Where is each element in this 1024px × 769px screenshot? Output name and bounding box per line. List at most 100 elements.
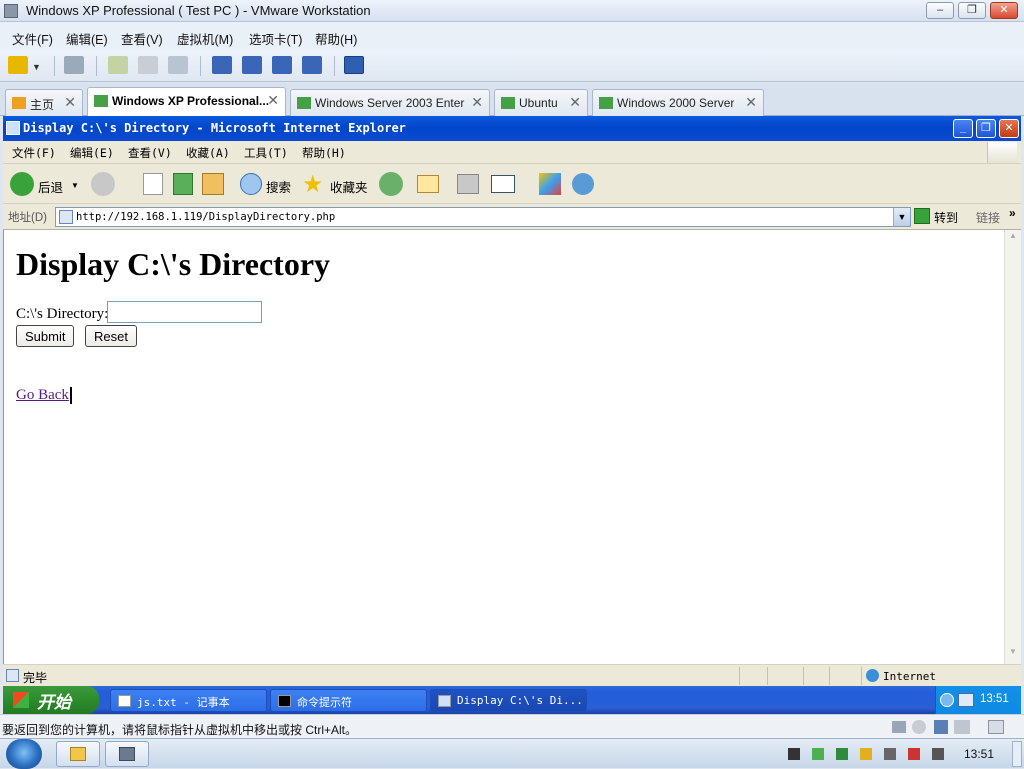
vmware-app-icon (4, 4, 18, 18)
close-tab-icon[interactable]: ✕ (64, 94, 76, 111)
go-back-link[interactable]: Go Back (16, 387, 72, 404)
update-icon[interactable] (860, 748, 872, 760)
menu-edit[interactable]: 编辑(E) (66, 29, 108, 48)
history-icon[interactable] (379, 172, 403, 196)
directory-input[interactable] (107, 301, 262, 323)
folder-icon (70, 747, 86, 761)
ie-menu-view[interactable]: 查看(V) (128, 145, 172, 161)
battery-icon[interactable] (812, 748, 824, 760)
menu-vm[interactable]: 虚拟机(M) (177, 29, 233, 48)
message-log-icon[interactable] (988, 720, 1004, 734)
revert-snapshot-icon[interactable] (138, 56, 158, 74)
close-tab-icon[interactable]: ✕ (745, 94, 757, 111)
go-button[interactable]: 转到 (934, 209, 958, 226)
tab-label: Ubuntu (519, 96, 558, 110)
stop-icon[interactable] (143, 173, 163, 195)
snapshot-manager-icon[interactable] (168, 56, 188, 74)
menu-view[interactable]: 查看(V) (121, 29, 163, 48)
page-heading: Display C:\'s Directory (16, 246, 331, 282)
tab-ubuntu[interactable]: Ubuntu ✕ (494, 89, 588, 116)
tab-windows-server-2003[interactable]: Windows Server 2003 Enterpr... ✕ (290, 89, 490, 116)
links-label[interactable]: 链接 (976, 209, 1000, 226)
ie-menu-help[interactable]: 帮助(H) (302, 145, 346, 161)
scroll-up-icon[interactable]: ▲ (1006, 231, 1020, 246)
send-ctrl-alt-del-icon[interactable] (64, 56, 84, 74)
taskbar-item-notepad[interactable]: js.txt - 记事本 (110, 689, 267, 712)
sidebar-view-icon[interactable] (212, 56, 232, 74)
close-tab-icon[interactable]: ✕ (267, 92, 279, 109)
vmware-taskbar-button[interactable] (105, 741, 149, 767)
device-icon[interactable] (884, 748, 896, 760)
print-icon[interactable] (457, 174, 479, 194)
host-start-orb[interactable] (6, 739, 42, 769)
network-status-icon[interactable] (908, 748, 920, 760)
ie-menu-edit[interactable]: 编辑(E) (70, 145, 114, 161)
vertical-scrollbar[interactable]: ▲ ▼ (1004, 230, 1021, 664)
submit-button[interactable]: Submit (16, 325, 75, 347)
pause-icon[interactable] (8, 56, 28, 74)
search-label[interactable]: 搜索 (266, 177, 291, 196)
tab-windows-xp[interactable]: Windows XP Professional... ✕ (87, 87, 286, 117)
ie-menu-tools[interactable]: 工具(T) (244, 145, 288, 161)
refresh-icon[interactable] (173, 173, 193, 195)
close-button[interactable]: ✕ (990, 2, 1018, 19)
volume-icon[interactable] (932, 748, 944, 760)
hard-disk-icon[interactable] (892, 721, 906, 733)
menu-file[interactable]: 文件(F) (12, 29, 53, 48)
favorites-label[interactable]: 收藏夹 (330, 177, 368, 196)
xp-taskbar: 开始 js.txt - 记事本 命令提示符 Display C:\'s Di..… (3, 686, 1021, 714)
search-icon[interactable] (240, 173, 262, 195)
back-label[interactable]: 后退 (38, 177, 63, 196)
explorer-taskbar-button[interactable] (56, 741, 100, 767)
close-tab-icon[interactable]: ✕ (471, 94, 483, 111)
network-icon[interactable] (958, 693, 974, 707)
chevron-right-icon[interactable]: » (1009, 206, 1016, 220)
back-icon[interactable] (10, 172, 34, 196)
ie-menu-file[interactable]: 文件(F) (12, 145, 56, 161)
thumbnail-view-icon[interactable] (242, 56, 262, 74)
reset-button[interactable]: Reset (85, 325, 137, 347)
chevron-down-icon[interactable]: ▼ (32, 62, 41, 72)
chevron-left-icon[interactable] (940, 693, 954, 707)
xp-start-button[interactable]: 开始 (3, 686, 99, 714)
show-desktop-button[interactable] (1012, 741, 1022, 767)
security-shield-icon[interactable] (836, 748, 848, 760)
windows-messenger-icon[interactable] (539, 173, 561, 195)
scroll-down-icon[interactable]: ▼ (1006, 647, 1020, 662)
home-icon[interactable] (202, 173, 224, 195)
menu-tabs[interactable]: 选项卡(T) (249, 29, 302, 48)
close-tab-icon[interactable]: ✕ (569, 94, 581, 111)
restore-button[interactable]: ❐ (958, 2, 986, 19)
address-dropdown-icon[interactable]: ▼ (893, 208, 910, 226)
console-view-icon[interactable] (344, 56, 364, 74)
ie-minimize-button[interactable]: _ (953, 119, 973, 138)
ie-restore-button[interactable]: ❐ (976, 119, 996, 138)
taskbar-item-ie[interactable]: Display C:\'s Di... (430, 689, 587, 712)
tab-home[interactable]: 主页 ✕ (5, 89, 83, 116)
mail-icon[interactable] (417, 175, 439, 193)
usb-icon[interactable] (954, 720, 970, 734)
favorites-icon[interactable]: ★ (302, 170, 324, 199)
messenger-icon[interactable] (572, 173, 594, 195)
back-dropdown-icon[interactable]: ▼ (71, 181, 79, 190)
address-input[interactable]: http://192.168.1.119/DisplayDirectory.ph… (55, 207, 911, 227)
edit-icon[interactable] (491, 175, 515, 193)
tab-windows-2000-server[interactable]: Windows 2000 Server ✕ (592, 89, 764, 116)
toolbar-separator (200, 56, 201, 76)
snapshot-icon[interactable] (108, 56, 128, 74)
taskbar-item-cmd[interactable]: 命令提示符 (270, 689, 427, 712)
menu-help[interactable]: 帮助(H) (315, 29, 357, 48)
network-adapter-icon[interactable] (934, 720, 948, 734)
ie-toolbar: 后退 ▼ 搜索 ★ 收藏夹 (3, 164, 1021, 204)
film-icon[interactable] (788, 748, 800, 760)
forward-icon[interactable] (91, 172, 115, 196)
fullscreen-icon[interactable] (272, 56, 292, 74)
toolbar-separator (96, 56, 97, 76)
address-url: http://192.168.1.119/DisplayDirectory.ph… (76, 211, 336, 223)
ie-menu-favorites[interactable]: 收藏(A) (186, 145, 230, 161)
cd-rom-icon[interactable] (912, 720, 926, 734)
ie-close-button[interactable]: ✕ (999, 119, 1019, 138)
minimize-button[interactable]: – (926, 2, 954, 19)
go-icon[interactable] (914, 208, 930, 224)
unity-icon[interactable] (302, 56, 322, 74)
